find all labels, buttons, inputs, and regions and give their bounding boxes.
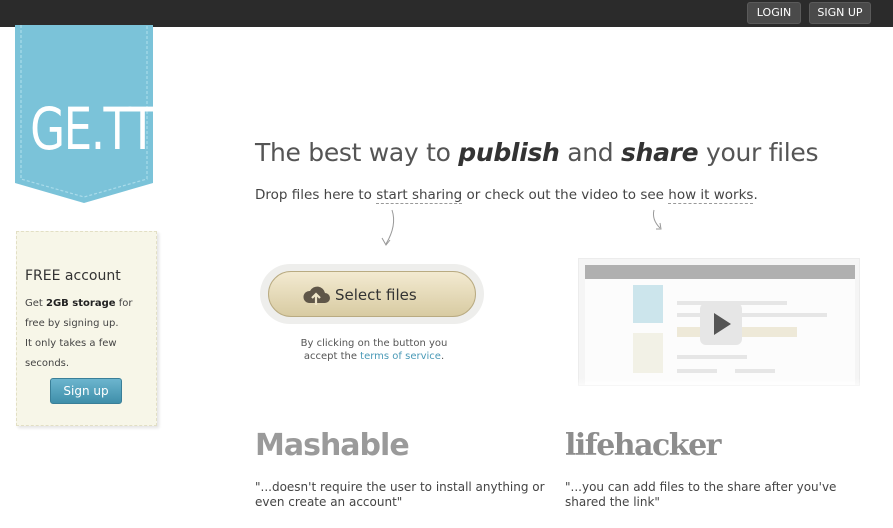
- top-navigation-bar: LOGIN SIGN UP: [0, 0, 893, 27]
- mini-line: [677, 355, 747, 359]
- login-button[interactable]: LOGIN: [747, 2, 801, 24]
- arrow-down-icon: [653, 209, 662, 230]
- mini-logo: [633, 285, 663, 323]
- page-headline: The best way to publish and share your f…: [255, 138, 819, 167]
- terms-of-service-link[interactable]: terms of service: [360, 351, 441, 362]
- subline-text: .: [753, 187, 758, 203]
- play-icon: [714, 313, 731, 335]
- terms-text: By clicking on the button you: [300, 338, 448, 349]
- subline-text: Drop files here to: [255, 187, 377, 203]
- headline-text: your files: [698, 138, 819, 167]
- logo-text: GE.TT: [30, 95, 156, 163]
- select-files-label: Select files: [335, 286, 417, 304]
- arrow-down-icon: [381, 209, 395, 246]
- free-account-text: It only takes a few seconds.: [25, 338, 117, 369]
- mashable-quote: "...doesn't require the user to install …: [255, 480, 545, 509]
- headline-text: and: [559, 138, 621, 167]
- lifehacker-logo: lifehacker: [565, 428, 721, 463]
- select-files-button[interactable]: Select files: [268, 271, 476, 317]
- storage-amount: 2GB storage: [46, 298, 116, 309]
- start-sharing-link[interactable]: start sharing: [376, 187, 463, 204]
- free-account-description: Get 2GB storage for free by signing up. …: [25, 294, 153, 374]
- signup-button[interactable]: SIGN UP: [809, 2, 871, 24]
- mini-line: [677, 369, 717, 373]
- video-topbar: [585, 265, 855, 279]
- mini-line: [735, 369, 775, 373]
- video-preview[interactable]: [578, 258, 860, 386]
- subline-text: or check out the video to see: [462, 187, 669, 203]
- play-button[interactable]: [700, 303, 742, 345]
- page-subheading: Drop files here to start sharing or chec…: [255, 187, 758, 204]
- how-it-works-link[interactable]: how it works: [668, 187, 754, 204]
- headline-emphasis-share: share: [620, 138, 699, 167]
- terms-text: accept the: [303, 351, 361, 362]
- getty-logo[interactable]: GE.TT: [15, 25, 156, 205]
- terms-text: .: [440, 351, 445, 362]
- mashable-logo: Mashable: [255, 428, 410, 463]
- lifehacker-quote: "...you can add files to the share after…: [565, 480, 837, 509]
- sign-up-button[interactable]: Sign up: [50, 378, 122, 404]
- headline-text: The best way to: [255, 138, 459, 167]
- free-account-text: Get: [25, 298, 47, 309]
- headline-emphasis-publish: publish: [458, 138, 560, 167]
- terms-notice: By clicking on the button you accept the…: [290, 337, 458, 363]
- content-fade: [250, 378, 893, 392]
- free-account-title: FREE account: [25, 268, 121, 284]
- mini-box: [633, 333, 663, 373]
- select-files-container: Select files: [260, 264, 484, 324]
- free-account-box: FREE account Get 2GB storage for free by…: [16, 231, 157, 426]
- cloud-upload-icon: [303, 286, 330, 305]
